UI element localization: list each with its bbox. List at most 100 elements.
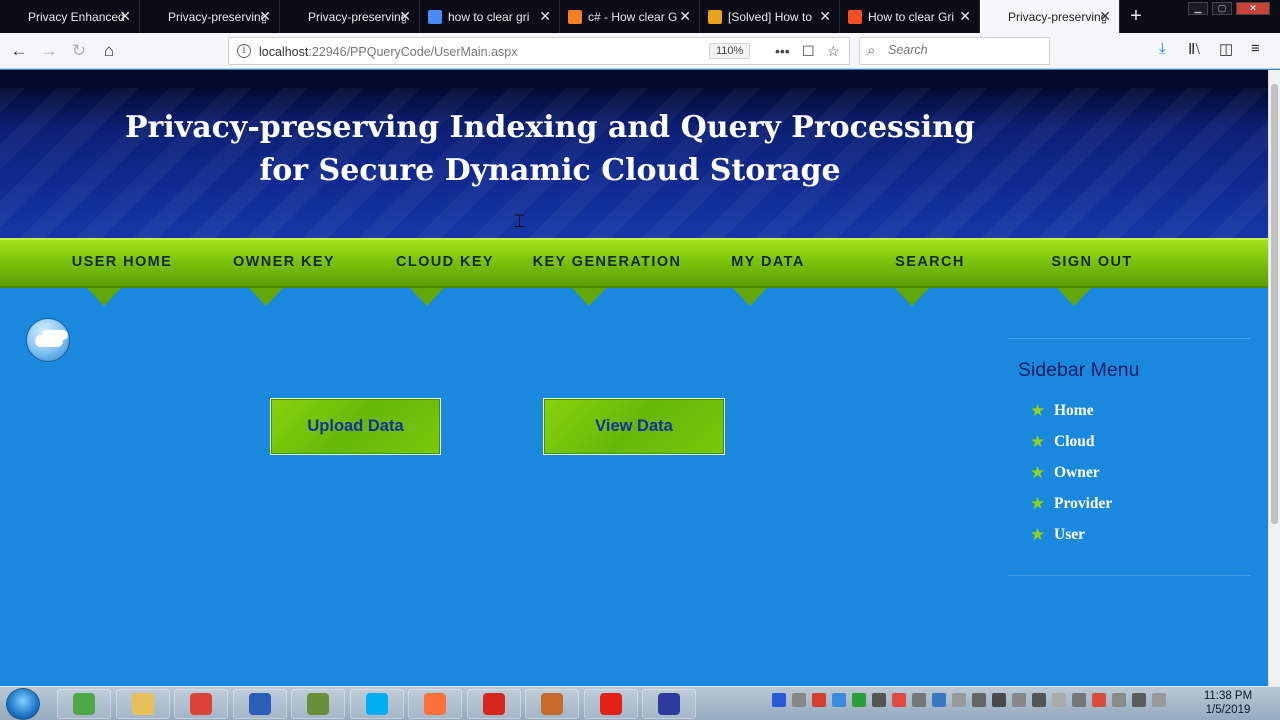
menu-cloud-key[interactable]: CLOUD KEY (365, 254, 525, 270)
sidebar-link-owner[interactable]: Owner (1054, 464, 1100, 482)
sidebar-link-home[interactable]: Home (1054, 402, 1094, 420)
tray-icon[interactable] (1132, 693, 1146, 707)
sidebar-toggle-icon[interactable]: ◫ (1219, 40, 1233, 58)
bookmark-star-icon[interactable]: ☆ (827, 43, 840, 60)
paint-icon (541, 693, 563, 715)
close-tab-icon[interactable]: ✕ (819, 9, 831, 23)
sidebar-link-cloud[interactable]: Cloud (1054, 433, 1095, 451)
browser-tab[interactable]: [Solved] How to ✕ (700, 0, 840, 33)
tray-icon[interactable] (1032, 693, 1046, 707)
close-tab-icon[interactable]: ✕ (539, 9, 551, 23)
taskbar-app-button[interactable] (642, 689, 696, 719)
sidebar-link-user[interactable]: User (1054, 526, 1085, 544)
sidebar-link-provider[interactable]: Provider (1054, 495, 1112, 513)
clock-date: 1/5/2019 (1205, 704, 1251, 716)
reload-button[interactable]: ↻ (67, 39, 91, 63)
tray-icon[interactable] (892, 693, 906, 707)
search-bar[interactable]: ⌕ (859, 37, 1050, 65)
scrollbar-thumb[interactable] (1271, 84, 1278, 524)
taskbar-app-button[interactable] (408, 689, 462, 719)
browser-tab[interactable]: c# - How clear G ✕ (560, 0, 700, 33)
star-bullet-icon: ★ (1030, 493, 1046, 513)
menu-search[interactable]: SEARCH (850, 254, 1010, 270)
menu-user-home[interactable]: USER HOME (42, 254, 202, 270)
close-tab-icon[interactable]: ✕ (119, 9, 131, 23)
close-tab-icon[interactable]: ✕ (959, 9, 971, 23)
sidebar-item-provider: ★ Provider (1030, 488, 1112, 519)
back-button[interactable]: ← (7, 39, 31, 63)
tray-icon[interactable] (772, 693, 786, 707)
minimize-button[interactable]: ▁ (1188, 2, 1208, 15)
browser-tab[interactable]: How to clear Gri ✕ (840, 0, 980, 33)
skype-icon (365, 693, 388, 715)
taskbar-app-button[interactable] (291, 689, 345, 719)
menu-icon[interactable]: ≡ (1251, 40, 1260, 57)
forward-button[interactable]: → (37, 39, 61, 63)
tray-icon[interactable] (852, 693, 866, 707)
tray-icon[interactable] (952, 693, 966, 707)
taskbar-app-button[interactable] (174, 689, 228, 719)
taskbar-app-button[interactable] (583, 689, 638, 719)
tray-icon[interactable] (1052, 693, 1066, 707)
browser-tab[interactable]: how to clear gri ✕ (420, 0, 560, 33)
tray-icon[interactable] (812, 693, 826, 707)
home-button[interactable]: ⌂ (97, 39, 121, 63)
tray-icon[interactable] (932, 693, 946, 707)
pocket-icon[interactable]: ☐ (802, 43, 815, 60)
sidebar-item-owner: ★ Owner (1030, 457, 1112, 488)
view-data-button[interactable]: View Data (543, 398, 725, 455)
upload-data-button[interactable]: Upload Data (270, 398, 441, 455)
tray-icon[interactable] (1112, 693, 1126, 707)
favicon-icon (988, 9, 1002, 24)
search-input[interactable] (888, 43, 1038, 57)
browser-tab[interactable]: Privacy Enhanced Lo✕ (0, 0, 140, 33)
menu-my-data[interactable]: MY DATA (688, 254, 848, 270)
tray-icon[interactable] (792, 693, 806, 707)
taskbar-app-button[interactable] (349, 689, 404, 719)
close-tab-icon[interactable]: ✕ (679, 9, 691, 23)
library-icon[interactable]: Ⅱ⧵ (1188, 40, 1200, 58)
tray-icon[interactable] (1152, 693, 1166, 707)
firefox-icon (424, 693, 446, 715)
close-tab-icon[interactable]: ✕ (259, 9, 271, 23)
menu-sign-out[interactable]: SIGN OUT (1012, 254, 1172, 270)
address-bar[interactable]: i localhost:22946/PPQueryCode/UserMain.a… (228, 37, 850, 65)
taskbar-app-button[interactable] (525, 689, 579, 719)
page-scrollbar[interactable] (1268, 70, 1280, 686)
download-icon[interactable]: ⤓ (1159, 40, 1166, 57)
maximize-button[interactable]: ▢ (1212, 2, 1232, 15)
tray-icon[interactable] (912, 693, 926, 707)
zoom-indicator[interactable]: 110% (709, 43, 751, 59)
start-button[interactable] (6, 688, 40, 720)
tray-icon[interactable] (872, 693, 886, 707)
browser-tab[interactable]: Privacy-preserving In✕ (280, 0, 420, 33)
url-text[interactable]: localhost:22946/PPQueryCode/UserMain.asp… (259, 45, 517, 59)
taskbar-app-button[interactable] (57, 689, 111, 719)
tab-title: c# - How clear G (588, 9, 678, 24)
tray-icon[interactable] (992, 693, 1006, 707)
close-tab-icon[interactable]: ✕ (399, 9, 411, 23)
page-actions-icon[interactable]: ••• (775, 43, 790, 59)
tray-icon[interactable] (972, 693, 986, 707)
menu-key-generation[interactable]: KEY GENERATION (527, 254, 687, 270)
word-icon (248, 693, 271, 715)
taskbar-app-button[interactable] (466, 689, 521, 719)
navigation-toolbar: ← → ↻ ⌂ i localhost:22946/PPQueryCode/Us… (0, 33, 1280, 69)
browser-tab[interactable]: Privacy-preserving In✕ (140, 0, 280, 33)
url-host: localhost (259, 45, 309, 59)
tray-icon[interactable] (1012, 693, 1026, 707)
new-tab-button[interactable]: + (1120, 0, 1152, 33)
tray-icon[interactable] (1072, 693, 1086, 707)
clock[interactable]: 11:38 PM 1/5/2019 (1198, 689, 1258, 717)
taskbar-app-button[interactable] (115, 689, 170, 719)
menu-owner-key[interactable]: OWNER KEY (204, 254, 364, 270)
browser-tab[interactable]: Privacy-preserving In✕ (980, 0, 1120, 33)
close-tab-icon[interactable]: ✕ (1099, 9, 1111, 23)
tray-icon[interactable] (1092, 693, 1106, 707)
info-icon[interactable]: i (237, 44, 251, 58)
tray-icon[interactable] (832, 693, 846, 707)
favicon-icon (848, 9, 862, 24)
taskbar-app-button[interactable] (232, 689, 287, 719)
text-cursor-icon: ⌶ (514, 211, 525, 231)
close-window-button[interactable]: ✕ (1236, 2, 1270, 15)
